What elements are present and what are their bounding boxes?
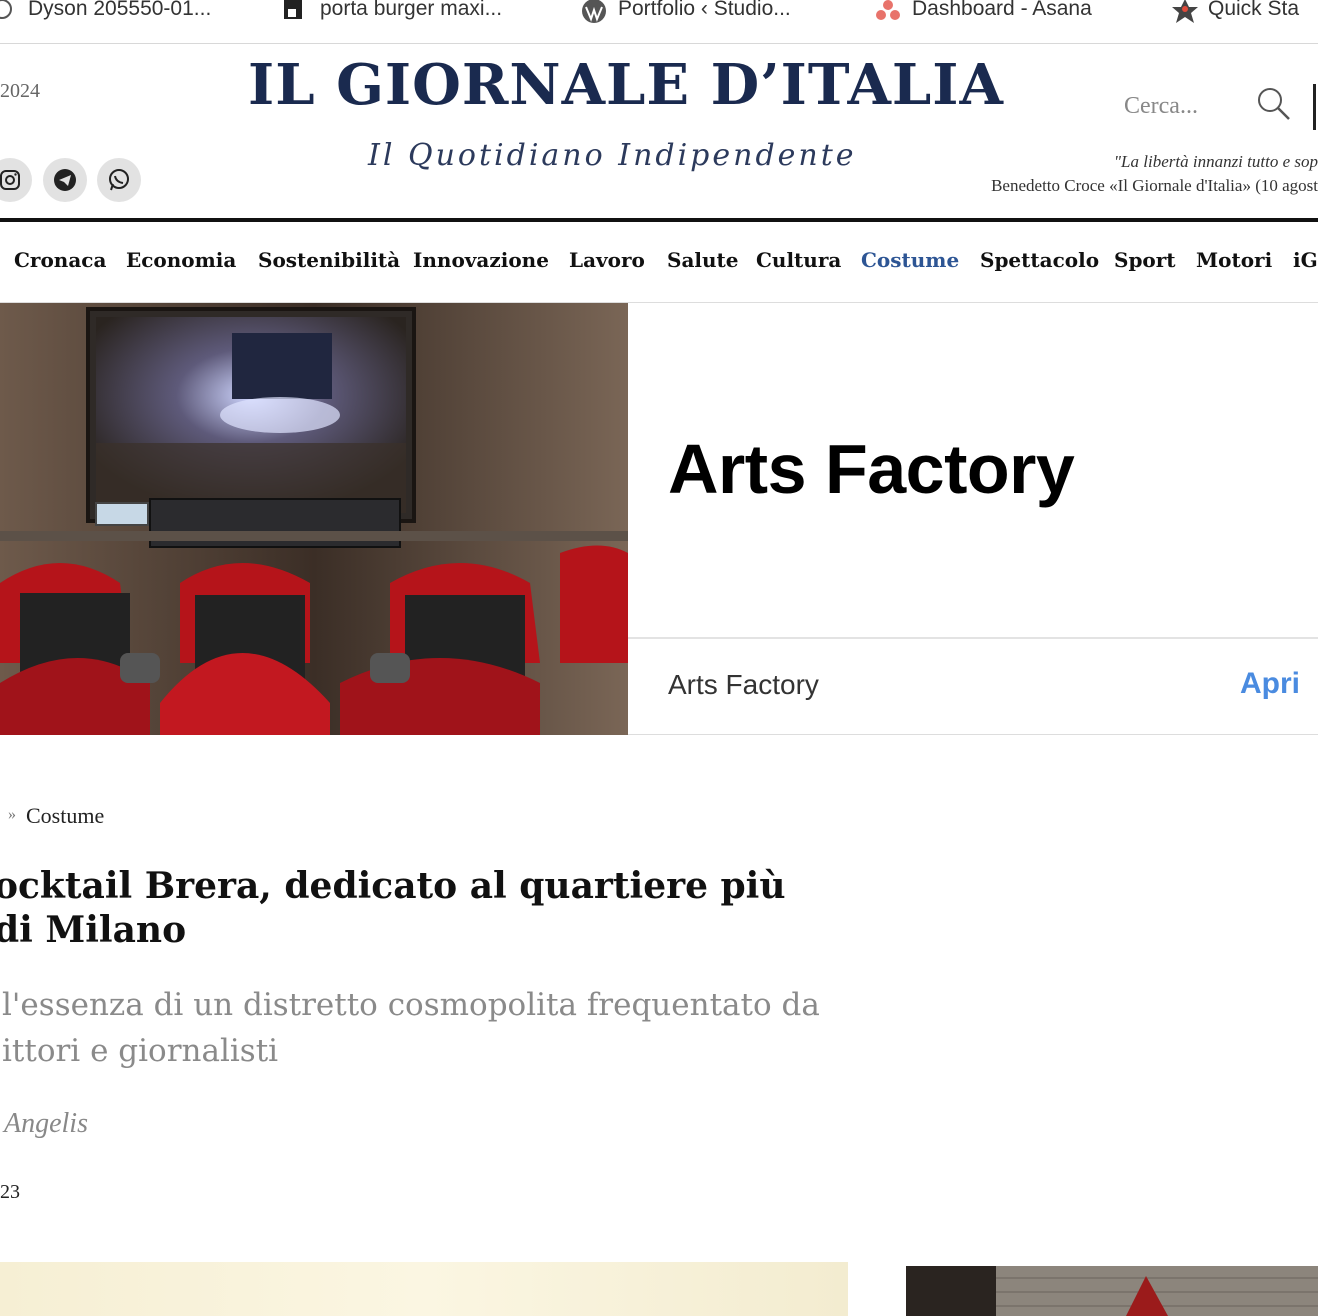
instagram-icon (0, 170, 20, 190)
bookmark-label: Dyson 205550-01... (28, 0, 212, 20)
article-author[interactable]: Angelis (4, 1108, 88, 1140)
dyson-icon (0, 0, 14, 21)
nav-item-cronaca[interactable]: Cronaca (14, 248, 106, 272)
whatsapp-icon (109, 169, 129, 191)
asana-icon (874, 0, 900, 21)
article-date: 23 (0, 1181, 20, 1203)
search-icon (1258, 88, 1290, 120)
telegram-button[interactable] (43, 158, 87, 202)
site-tagline: Il Quotidiano Indipendente (368, 138, 857, 173)
bookmark-item[interactable]: Portfolio ‹ Studio... (580, 0, 791, 24)
ad-title: Arts Factory (668, 430, 1075, 508)
cinema-hall-image (0, 303, 628, 735)
bookmarks-bar: Dyson 205550-01... porta burger maxi... … (0, 0, 1318, 44)
nav-item-costume[interactable]: Costume (861, 248, 959, 272)
ad-panel[interactable]: Arts Factory Arts Factory Apri (628, 303, 1318, 735)
main-nav: Cronaca Economia Sostenibilità Innovazio… (0, 222, 1318, 303)
subhead-line-1: l'essenza di un distretto cosmopolita fr… (2, 987, 820, 1023)
breadcrumb-separator: » (8, 806, 16, 823)
ad-open-button[interactable]: Apri (1240, 667, 1300, 701)
breadcrumb-costume[interactable]: Costume (26, 803, 104, 829)
bookmark-label: Quick Sta (1208, 0, 1300, 20)
ad-subtitle: Arts Factory (668, 669, 819, 700)
nav-item-ig[interactable]: iG (1293, 248, 1318, 272)
ad-image[interactable] (0, 303, 628, 735)
bookmark-label: porta burger maxi... (320, 0, 503, 20)
whatsapp-button[interactable] (97, 158, 141, 202)
masthead-quote: "La libertà innanzi tutto e sop (1113, 152, 1318, 171)
menu-toggle-edge[interactable] (1313, 84, 1316, 130)
bookmark-item[interactable]: porta burger maxi... (282, 0, 502, 24)
sidebar-image[interactable] (906, 1266, 1318, 1316)
nav-item-innovazione[interactable]: Innovazione (413, 248, 549, 272)
nav-item-salute[interactable]: Salute (667, 248, 739, 272)
article-headline: ocktail Brera, dedicato al quartiere più… (0, 864, 834, 952)
masthead-quote-source: Benedetto Croce «Il Giornale d'Italia» (… (991, 176, 1318, 195)
brick-wall-image (906, 1266, 1318, 1316)
bookmark-item[interactable]: Dyson 205550-01... (0, 0, 211, 24)
telegram-icon (54, 169, 76, 191)
headline-line-2: di Milano (0, 909, 187, 951)
nav-item-spettacolo[interactable]: Spettacolo (980, 248, 1099, 272)
headline-line-1: ocktail Brera, dedicato al quartiere più (0, 865, 786, 907)
subhead-line-2: ittori e giornalisti (2, 1033, 279, 1069)
nav-item-economia[interactable]: Economia (126, 248, 236, 272)
search-button[interactable] (1254, 84, 1294, 124)
wordpress-icon (580, 0, 606, 23)
ad-bottom-border (628, 734, 1318, 735)
site-logo[interactable]: IL GIORNALE D’ITALIA (248, 52, 1008, 118)
current-date: 2024 (0, 80, 40, 102)
ad-divider (628, 637, 1318, 639)
nav-item-motori[interactable]: Motori (1196, 248, 1272, 272)
search-input[interactable] (1110, 86, 1240, 126)
nav-item-cultura[interactable]: Cultura (756, 248, 841, 272)
bookmark-label: Portfolio ‹ Studio... (618, 0, 791, 20)
bookmark-item[interactable]: Dashboard - Asana (874, 0, 1092, 24)
bookmark-label: Dashboard - Asana (912, 0, 1092, 20)
article-subheadline: l'essenza di un distretto cosmopolita fr… (2, 982, 882, 1074)
instagram-button[interactable] (0, 158, 32, 202)
nav-item-sport[interactable]: Sport (1114, 248, 1176, 272)
bookmark-item[interactable]: Quick Sta (1170, 0, 1299, 24)
page-favicon-icon (282, 0, 306, 21)
quickstart-icon (1170, 0, 1198, 23)
article-main-image[interactable] (0, 1262, 848, 1316)
nav-item-lavoro[interactable]: Lavoro (569, 248, 645, 272)
nav-item-sostenibilita[interactable]: Sostenibilità (258, 248, 400, 272)
